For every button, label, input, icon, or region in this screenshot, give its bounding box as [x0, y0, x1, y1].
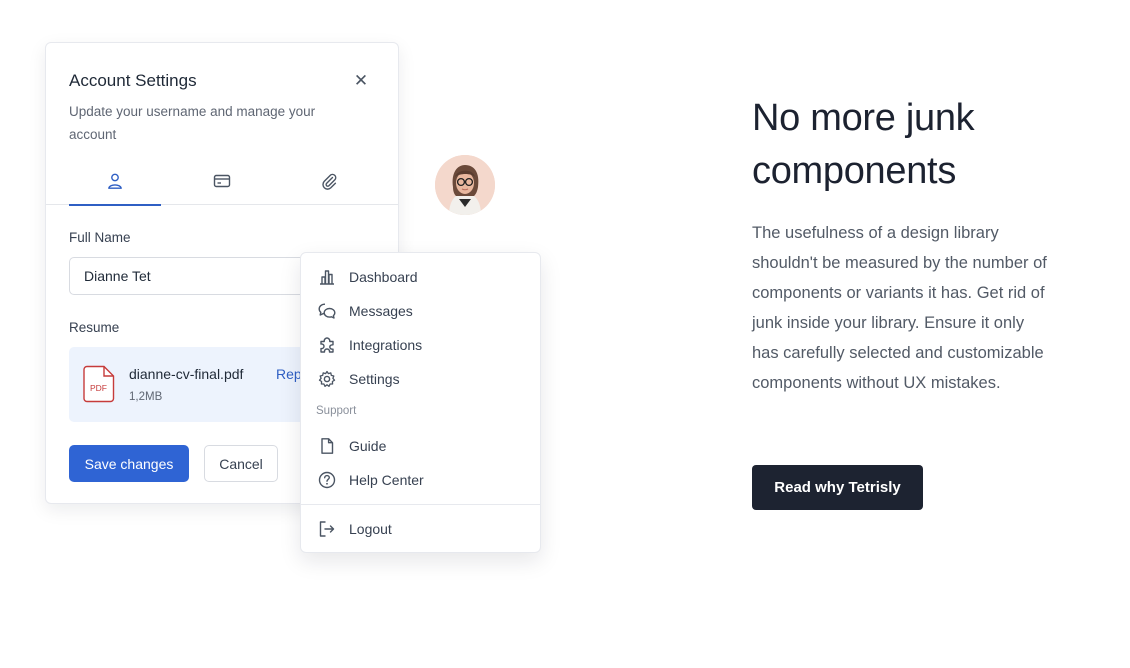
help-circle-icon: [318, 471, 336, 489]
menu-item-label: Guide: [349, 438, 387, 454]
close-icon[interactable]: ✕: [351, 71, 371, 91]
tab-profile[interactable]: [69, 161, 161, 206]
menu-section-support: Support: [316, 405, 357, 417]
menu-item-help-center[interactable]: Help Center: [301, 465, 540, 495]
cancel-button[interactable]: Cancel: [204, 445, 278, 482]
menu-item-logout[interactable]: Logout: [301, 514, 540, 544]
full-name-label: Full Name: [69, 230, 131, 245]
puzzle-icon: [320, 337, 334, 353]
menu-item-guide[interactable]: Guide: [301, 431, 540, 461]
replace-file-link[interactable]: Rep: [276, 366, 302, 382]
avatar[interactable]: [435, 155, 495, 215]
card-title: Account Settings: [69, 71, 197, 90]
pdf-file-icon: PDF: [83, 365, 115, 403]
hero-title: No more junk components: [752, 97, 975, 192]
avatar-photo: [435, 155, 495, 215]
menu-item-label: Dashboard: [349, 269, 418, 285]
menu-item-label: Settings: [349, 371, 400, 387]
menu-item-label: Messages: [349, 303, 413, 319]
menu-item-messages[interactable]: Messages: [301, 296, 540, 326]
menu-item-integrations[interactable]: Integrations: [301, 330, 540, 360]
menu-divider: [301, 504, 540, 505]
menu-item-label: Integrations: [349, 337, 423, 353]
gear-icon: [318, 370, 336, 387]
user-icon: [108, 173, 122, 189]
file-name: dianne-cv-final.pdf: [129, 366, 244, 382]
bar-chart-icon: [320, 270, 334, 285]
tab-billing[interactable]: [176, 161, 268, 205]
resume-label: Resume: [69, 320, 120, 335]
file-size: 1,2MB: [129, 391, 163, 403]
document-icon: [321, 438, 334, 454]
settings-tabs: [46, 161, 398, 206]
read-why-tetrisly-button[interactable]: Read why Tetrisly: [752, 465, 923, 510]
hero-description: The usefulness of a design library shoul…: [752, 224, 1047, 392]
menu-item-settings[interactable]: Settings: [301, 364, 540, 394]
menu-item-label: Logout: [349, 521, 392, 537]
menu-item-label: Help Center: [349, 472, 424, 488]
menu-item-dashboard[interactable]: Dashboard: [301, 262, 540, 292]
credit-card-icon: [213, 174, 231, 188]
pdf-badge-text: PDF: [90, 383, 107, 393]
save-changes-button[interactable]: Save changes: [69, 445, 189, 482]
tab-attachments[interactable]: [283, 161, 375, 205]
user-menu: Dashboard Messages Integrations Settings…: [300, 252, 541, 553]
chat-bubbles-icon: [318, 303, 336, 319]
logout-icon: [319, 521, 335, 537]
card-subtitle: Update your username and manage your acc…: [69, 104, 316, 142]
paperclip-icon: [322, 173, 337, 190]
